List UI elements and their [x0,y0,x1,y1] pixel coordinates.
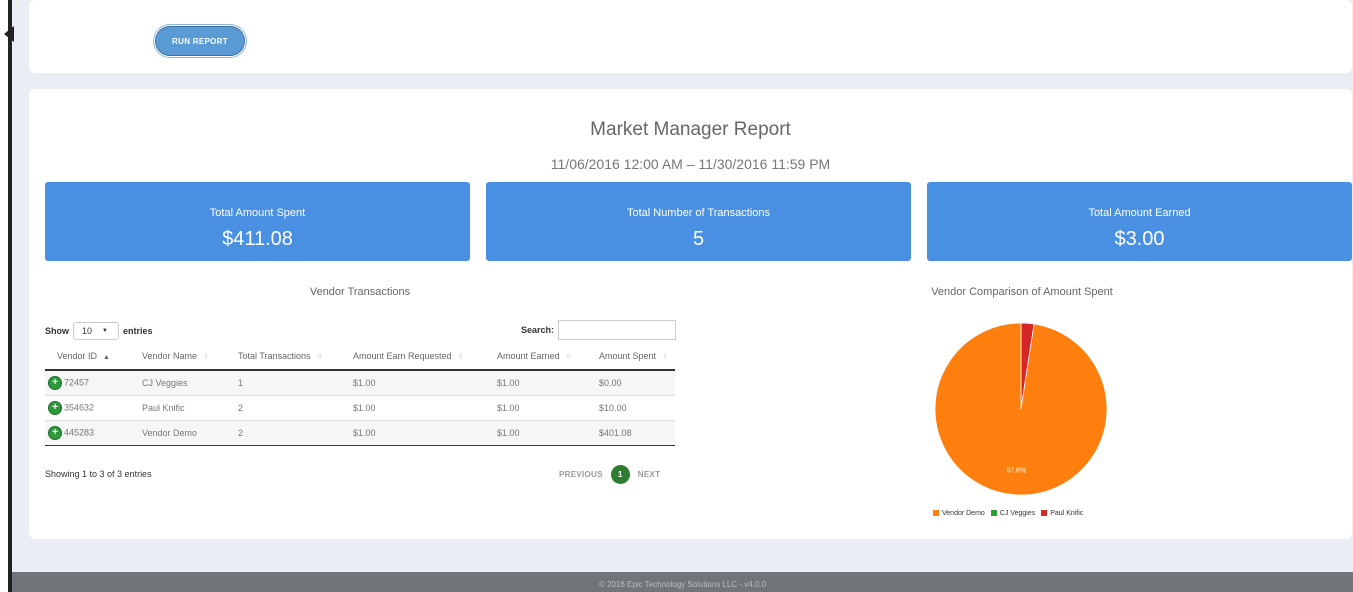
cell-vendor-id: +72457 [45,370,130,396]
legend-label: Vendor Demo [942,510,985,517]
column-header-label: Amount Earned [497,350,560,361]
cell-total-transactions: 2 [226,420,341,446]
search-input[interactable] [558,320,677,340]
show-label: Show [45,326,69,336]
sort-icon: ⇳ [316,353,323,361]
previous-page-button[interactable]: PREVIOUS [559,470,603,479]
column-header-vendor-name[interactable]: Vendor Name ⇳ [130,342,226,371]
legend-swatch [933,510,939,517]
cell-amount-earn-requested: $1.00 [341,370,485,396]
cell-text: 445283 [64,426,95,437]
stat-label: Total Amount Earned [1088,207,1191,219]
stat-label: Total Number of Transactions [626,207,771,219]
vendor-transactions-title: Vendor Transactions [309,286,411,298]
column-header-vendor-id[interactable]: Vendor ID ▲ [45,342,130,371]
table-row: +445283 Vendor Demo 2 $1.00 $1.00 $401.0… [45,420,675,446]
legend-label: CJ Veggies [999,510,1036,517]
page-1-button[interactable]: 1 [610,465,630,484]
table-search: Search: [521,320,677,340]
select-arrow-icon: ▼ [102,328,108,334]
legend-item-cj-veggies[interactable]: CJ Veggies [990,510,1036,517]
next-page-button[interactable]: NEXT [638,470,661,479]
cell-amount-spent: $10.00 [587,395,675,421]
stat-value: $3.00 [1114,228,1165,250]
column-header-amount-earned[interactable]: Amount Earned ⇳ [485,342,587,371]
entries-length-control: Show 10 ▼ entries [45,322,153,340]
vendor-comparison-title: Vendor Comparison of Amount Spent [931,286,1113,298]
cell-total-transactions: 2 [226,395,341,421]
column-header-amount-earn-requested[interactable]: Amount Earn Requested ⇳ [341,342,485,371]
expand-row-icon[interactable]: + [49,426,61,439]
column-header-label: Amount Spent [599,350,657,361]
table-header-row: Vendor ID ▲ Vendor Name ⇳ Total Transactio… [45,342,675,371]
sort-icon: ⇳ [662,353,668,361]
run-report-button[interactable]: RUN REPORT [153,24,247,58]
cell-amount-earned: $1.00 [485,395,587,421]
legend-item-vendor-demo[interactable]: Vendor Demo [933,510,985,517]
pie-legend: Vendor Demo CJ Veggies Paul Knific [933,510,1083,517]
expand-row-icon[interactable]: + [49,401,61,414]
legend-swatch [990,510,997,517]
column-header-total-transactions[interactable]: Total Transactions ⇳ [226,342,341,371]
cell-vendor-name: Paul Knific [130,395,226,421]
pagination: PREVIOUS 1 NEXT [559,465,660,484]
column-header-label: Total Transactions [238,350,311,361]
cell-amount-spent: $0.00 [587,370,675,396]
vendor-pie-chart: 97.6% [934,323,1108,496]
footer: © 2016 Epic Technology Solutions LLC - v… [12,572,1353,592]
cell-text: 72457 [64,377,90,388]
legend-item-paul-knific[interactable]: Paul Knific [1041,510,1083,517]
column-header-amount-spent[interactable]: Amount Spent ⇳ [587,342,675,371]
column-header-label: Vendor Name [142,350,198,361]
column-header-label: Amount Earn Requested [353,350,452,361]
report-title: Market Manager Report [590,119,791,140]
legend-label: Paul Knific [1050,510,1084,517]
table-info: Showing 1 to 3 of 3 entries [45,469,152,479]
report-date-range: 11/06/2016 12:00 AM – 11/30/2016 11:59 P… [550,156,831,172]
stat-card-total-spent: Total Amount Spent $411.08 [45,182,470,261]
cell-total-transactions: 1 [226,370,341,396]
stat-value: $411.08 [222,228,293,250]
sort-icon: ⇳ [203,353,209,361]
cell-amount-earned: $1.00 [485,420,587,446]
cell-amount-spent: $401.08 [587,420,675,446]
cell-vendor-id: +354632 [45,395,130,421]
stat-card-total-transactions: Total Number of Transactions 5 [486,182,911,261]
entries-label: entries [123,326,153,336]
table-row: +72457 CJ Veggies 1 $1.00 $1.00 $0.00 [45,370,675,396]
cell-text: 354632 [64,401,95,412]
stat-value: 5 [692,228,705,250]
search-label: Search: [521,325,555,335]
stat-label: Total Amount Spent [209,207,306,219]
stat-card-total-earned: Total Amount Earned $3.00 [927,182,1352,261]
left-edge-line [8,0,12,592]
entries-select[interactable]: 10 ▼ [73,322,119,340]
cell-vendor-id: +445283 [45,420,130,446]
cell-vendor-name: Vendor Demo [130,420,226,446]
report-controls-panel: RUN REPORT [29,0,1352,73]
pie-slice-label: 97.6% [1006,468,1026,475]
table-row: +354632 Paul Knific 2 $1.00 $1.00 $10.00 [45,395,675,421]
report-panel: Market Manager Report 11/06/2016 12:00 A… [29,89,1352,539]
left-edge-bar [0,0,14,592]
sort-asc-icon: ▲ [103,353,110,361]
sort-icon: ⇳ [457,353,464,361]
sort-icon: ⇳ [565,353,572,361]
column-header-label: Vendor ID [57,350,98,361]
vendor-transactions-table: Vendor ID ▲ Vendor Name ⇳ Total Transactio… [45,342,675,446]
cell-amount-earn-requested: $1.00 [341,395,485,421]
legend-swatch [1041,510,1048,517]
expand-row-icon[interactable]: + [49,376,61,389]
cell-amount-earned: $1.00 [485,370,587,396]
cell-amount-earn-requested: $1.00 [341,420,485,446]
cell-vendor-name: CJ Veggies [130,370,226,396]
entries-select-value: 10 [82,326,93,336]
